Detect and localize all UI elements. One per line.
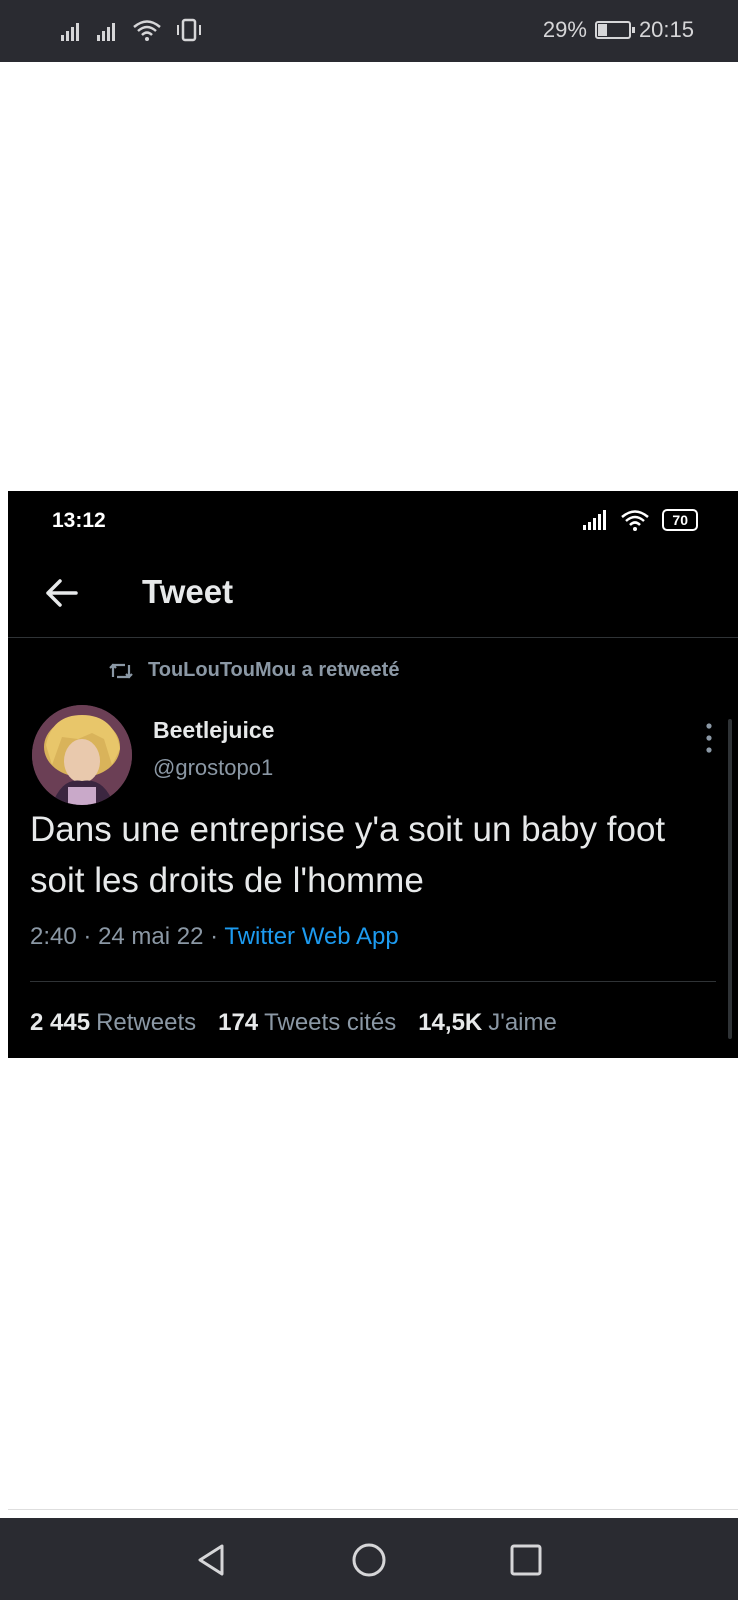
tweet-time: 2:40	[30, 923, 77, 950]
meta-separator: ·	[83, 923, 99, 950]
nav-back-icon[interactable]	[192, 1540, 232, 1580]
tweet-screenshot: 13:12 70 Tweet TouLouTouMou a retweeté B…	[8, 491, 738, 1058]
scrollbar[interactable]	[728, 719, 732, 1039]
back-arrow-icon[interactable]	[42, 573, 82, 613]
likes-stat[interactable]: 14,5K J'aime	[418, 1009, 557, 1037]
status-right: 29% 20:15	[543, 17, 694, 43]
author-handle[interactable]: @grostopo1	[153, 755, 273, 781]
retweets-label: Retweets	[96, 1009, 197, 1036]
signal-icon	[583, 510, 607, 530]
clock: 20:15	[638, 17, 694, 42]
retweet-icon	[109, 662, 133, 679]
tweet-text: Dans une entreprise y'a soit un baby foo…	[30, 810, 666, 900]
signal-icon	[97, 23, 115, 41]
avatar[interactable]	[32, 705, 132, 805]
system-nav-bar	[0, 1518, 738, 1600]
divider	[30, 981, 716, 982]
signal-icon	[61, 23, 79, 41]
nav-recents-icon[interactable]	[506, 1540, 546, 1580]
meta-separator: ·	[210, 923, 225, 950]
tweet-source-link[interactable]: Twitter Web App	[224, 923, 398, 950]
author-name[interactable]: Beetlejuice	[153, 717, 274, 744]
retweeted-by-label: TouLouTouMou a retweeté	[148, 659, 400, 681]
system-status-bar: 29% 20:15	[0, 0, 738, 62]
tweet-date: 24 mai 22	[98, 923, 204, 950]
tweet-meta: 2:40 · 24 mai 22 · Twitter Web App	[30, 923, 399, 951]
battery-icon	[594, 21, 635, 39]
wifi-icon	[621, 510, 650, 531]
divider	[8, 1509, 738, 1510]
vibrate-icon	[177, 18, 201, 42]
inner-status-icons: 70	[582, 509, 698, 531]
retweet-context[interactable]: TouLouTouMou a retweeté	[108, 659, 399, 682]
quotes-stat[interactable]: 174 Tweets cités	[218, 1009, 396, 1037]
likes-count: 14,5K	[418, 1009, 483, 1036]
quotes-label: Tweets cités	[264, 1009, 397, 1036]
avatar-image	[32, 705, 132, 805]
inner-clock: 13:12	[52, 509, 106, 532]
tweet-header: Tweet	[8, 553, 738, 638]
status-left-icons	[60, 18, 204, 42]
battery-percent: 29%	[542, 17, 587, 42]
retweets-stat[interactable]: 2 445 Retweets	[30, 1009, 196, 1037]
retweets-count: 2 445	[30, 1009, 91, 1036]
tweet-stats: 2 445 Retweets 174 Tweets cités 14,5K J'aim…	[30, 1009, 557, 1037]
page-title: Tweet	[142, 573, 234, 610]
battery-icon: 70	[662, 509, 698, 531]
nav-home-icon[interactable]	[349, 1540, 389, 1580]
quotes-count: 174	[218, 1009, 259, 1036]
wifi-icon	[133, 20, 161, 41]
inner-status-bar: 13:12 70	[8, 491, 738, 551]
likes-label: J'aime	[488, 1009, 557, 1036]
more-options-icon[interactable]	[704, 721, 714, 755]
